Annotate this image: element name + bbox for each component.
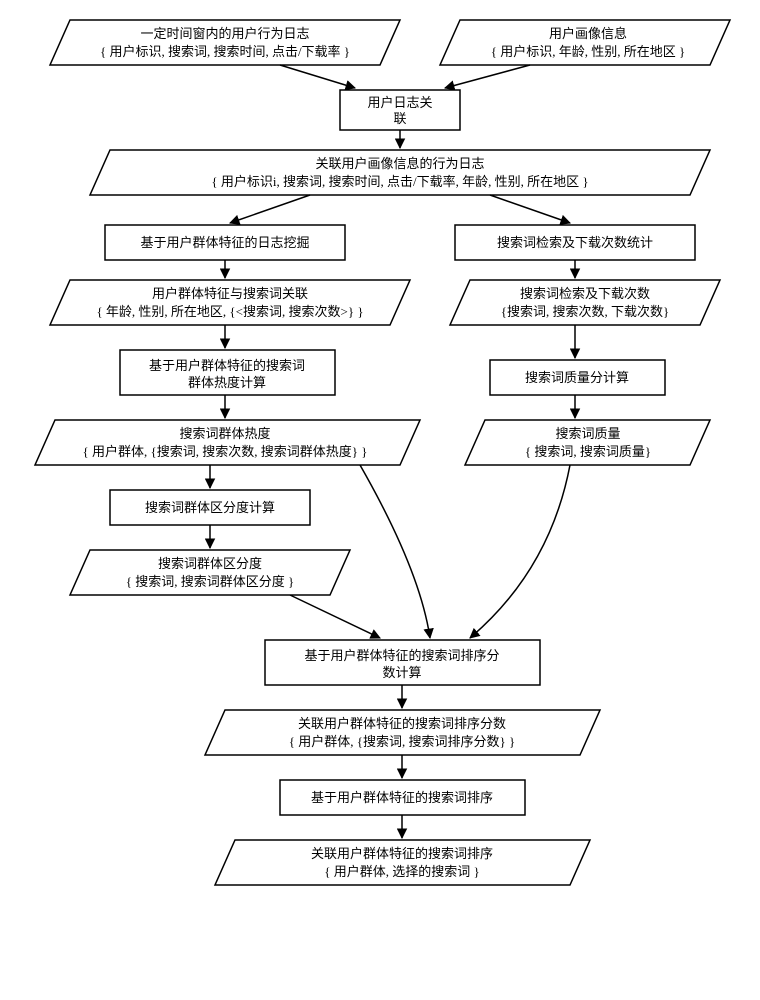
p4-text1: 基于用户群体特征的搜索词 (149, 358, 305, 373)
data-node-d10: 关联用户群体特征的搜索词排序 { 用户群体, 选择的搜索词 } (215, 840, 590, 885)
data-node-d1: 一定时间窗内的用户行为日志 { 用户标识, 搜索词, 搜索时间, 点击/下载率 … (50, 20, 400, 65)
process-node-p6: 搜索词群体区分度计算 (110, 490, 310, 525)
process-node-p1: 用户日志关 联 (340, 90, 460, 130)
p1-text2: 联 (393, 111, 406, 126)
p2-text: 基于用户群体特征的日志挖掘 (140, 235, 309, 250)
d5-text2: {搜索词, 搜索次数, 下载次数} (501, 304, 669, 319)
d6-text2: { 用户群体, {搜索词, 搜索次数, 搜索词群体热度} } (83, 444, 368, 459)
d1-text1: 一定时间窗内的用户行为日志 (140, 26, 309, 41)
d10-text1: 关联用户群体特征的搜索词排序 (311, 846, 493, 861)
p7-text1: 基于用户群体特征的搜索词排序分 (304, 648, 499, 663)
d8-text1: 搜索词群体区分度 (158, 556, 262, 571)
d8-text2: { 搜索词, 搜索词群体区分度 } (126, 574, 294, 589)
process-node-p4: 基于用户群体特征的搜索词 群体热度计算 (120, 350, 335, 395)
p6-text: 搜索词群体区分度计算 (145, 500, 275, 515)
data-node-d4: 用户群体特征与搜索词关联 { 年龄, 性别, 所在地区, {<搜索词, 搜索次数… (50, 280, 410, 325)
d7-text2: { 搜索词, 搜索词质量} (525, 444, 651, 459)
d3-text1: 关联用户画像信息的行为日志 (315, 156, 484, 171)
d3-text2: { 用户标识i, 搜索词, 搜索时间, 点击/下载率, 年龄, 性别, 所在地区… (211, 174, 588, 189)
flowchart-diagram: 一定时间窗内的用户行为日志 { 用户标识, 搜索词, 搜索时间, 点击/下载率 … (10, 10, 750, 990)
d5-text1: 搜索词检索及下载次数 (520, 286, 650, 301)
d2-text2: { 用户标识, 年龄, 性别, 所在地区 } (491, 44, 685, 59)
process-node-p7: 基于用户群体特征的搜索词排序分 数计算 (265, 640, 540, 685)
data-node-d2: 用户画像信息 { 用户标识, 年龄, 性别, 所在地区 } (440, 20, 730, 65)
p4-text2: 群体热度计算 (188, 375, 266, 390)
p5-text: 搜索词质量分计算 (525, 370, 629, 385)
data-node-d7: 搜索词质量 { 搜索词, 搜索词质量} (465, 420, 710, 465)
d10-text2: { 用户群体, 选择的搜索词 } (324, 864, 479, 879)
process-node-p8: 基于用户群体特征的搜索词排序 (280, 780, 525, 815)
data-node-d5: 搜索词检索及下载次数 {搜索词, 搜索次数, 下载次数} (450, 280, 720, 325)
d4-text2: { 年龄, 性别, 所在地区, {<搜索词, 搜索次数>} } (96, 304, 363, 319)
d4-text1: 用户群体特征与搜索词关联 (152, 286, 308, 301)
data-node-d6: 搜索词群体热度 { 用户群体, {搜索词, 搜索次数, 搜索词群体热度} } (35, 420, 420, 465)
p8-text: 基于用户群体特征的搜索词排序 (311, 790, 493, 805)
data-node-d9: 关联用户群体特征的搜索词排序分数 { 用户群体, {搜索词, 搜索词排序分数} … (205, 710, 600, 755)
p1-text1: 用户日志关 (367, 95, 432, 110)
p3-text: 搜索词检索及下载次数统计 (497, 235, 653, 250)
d6-text1: 搜索词群体热度 (179, 426, 270, 441)
data-node-d3: 关联用户画像信息的行为日志 { 用户标识i, 搜索词, 搜索时间, 点击/下载率… (90, 150, 710, 195)
d9-text1: 关联用户群体特征的搜索词排序分数 (298, 716, 506, 731)
d2-text1: 用户画像信息 (549, 26, 627, 41)
d9-text2: { 用户群体, {搜索词, 搜索词排序分数} } (289, 734, 515, 749)
process-node-p2: 基于用户群体特征的日志挖掘 (105, 225, 345, 260)
process-node-p3: 搜索词检索及下载次数统计 (455, 225, 695, 260)
process-node-p5: 搜索词质量分计算 (490, 360, 665, 395)
d7-text1: 搜索词质量 (555, 426, 620, 441)
p7-text2: 数计算 (382, 665, 421, 680)
data-node-d8: 搜索词群体区分度 { 搜索词, 搜索词群体区分度 } (70, 550, 350, 595)
d1-text2: { 用户标识, 搜索词, 搜索时间, 点击/下载率 } (100, 44, 350, 59)
